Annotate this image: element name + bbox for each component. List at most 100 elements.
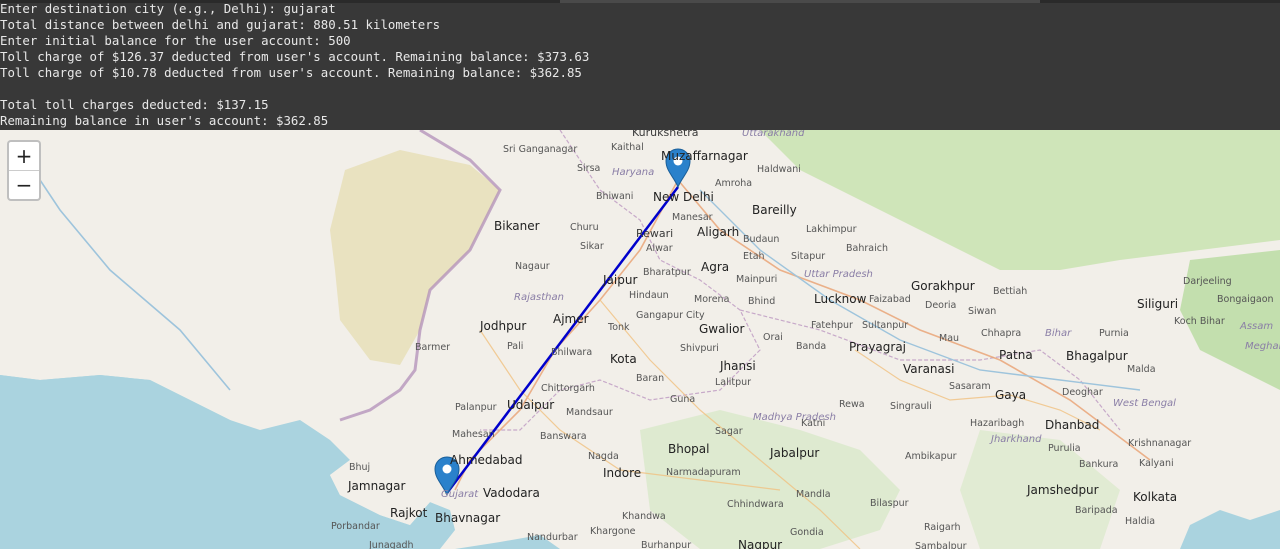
map-label: Uttar Pradesh (804, 269, 873, 280)
map-label: Bilaspur (870, 498, 909, 509)
map-label: Bharatpur (643, 267, 691, 278)
map-label: Gaya (995, 388, 1027, 402)
map-label: Bihar (1045, 328, 1072, 339)
map-label: Churu (570, 222, 599, 233)
map-label: Purulia (1048, 443, 1081, 454)
map-label: Assam (1240, 321, 1274, 332)
map-label: Haryana (612, 167, 655, 178)
map-label: Ahmedabad (450, 453, 523, 467)
map-label: Raigarh (924, 522, 961, 533)
console-line: Toll charge of $10.78 deducted from user… (0, 65, 582, 80)
map-label: Agra (701, 260, 730, 274)
map-label: Aligarh (697, 225, 740, 239)
map-label: Bhilwara (551, 347, 593, 358)
map-label: Singrauli (890, 401, 932, 412)
map-label: Gwalior (699, 322, 745, 336)
map-label: Bhuj (349, 462, 371, 473)
map-label: Mainpuri (736, 274, 778, 285)
map-label: Jaipur (603, 273, 638, 287)
map-label: Gujarat (441, 489, 479, 500)
zoom-in-button[interactable]: + (9, 142, 39, 171)
map-label: Bettiah (993, 286, 1028, 297)
map-label: Amroha (715, 178, 753, 189)
map-label: Jharkhand (991, 434, 1042, 445)
map-label: Bankura (1079, 459, 1119, 470)
map-label: Purnia (1099, 328, 1129, 339)
map-label: Bareilly (752, 203, 797, 217)
map-label: Gangapur City (636, 310, 705, 321)
map-label: Morena (694, 294, 730, 305)
map-label: Chhapra (981, 328, 1022, 339)
map-label: Sambalpur (915, 541, 967, 549)
map-label: Barmer (415, 342, 451, 353)
map-label: Indore (603, 466, 642, 480)
console-line: Enter destination city (e.g., Delhi): gu… (0, 1, 336, 16)
map-label: Kalyani (1139, 458, 1174, 469)
map-label: Orai (763, 332, 783, 343)
map-label: Gondia (790, 527, 824, 538)
map-label: Bhopal (668, 442, 710, 456)
console-line: Total distance between delhi and gujarat… (0, 17, 441, 32)
map-label: Baran (636, 373, 665, 384)
map-label: Guna (670, 394, 696, 405)
map-label: Haldia (1125, 516, 1156, 527)
console-scrollbar[interactable] (560, 0, 1040, 3)
map-label: Khandwa (622, 511, 666, 522)
map-label: Lakhimpur (806, 224, 857, 235)
console-line: Toll charge of $126.37 deducted from use… (0, 49, 590, 64)
map-label: Shivpuri (680, 343, 719, 354)
map-label: Deoghar (1062, 387, 1103, 398)
map-label: Hazaribagh (970, 418, 1025, 429)
map-label: Sitapur (791, 251, 826, 262)
map-label: Hindaun (629, 290, 669, 301)
map-label: Nandurbar (527, 532, 578, 543)
map-label: Baripada (1075, 505, 1118, 516)
map-label: Nagda (588, 451, 619, 462)
map-label: Haldwani (757, 164, 801, 175)
map-label: Kurukshetra (632, 130, 699, 139)
map-label: Chhindwara (727, 499, 784, 510)
map-label: Bhind (748, 296, 776, 307)
map-label: Rajasthan (514, 292, 564, 303)
map-label: Bhavnagar (435, 511, 501, 525)
map-label: Sasaram (949, 381, 991, 392)
map-label: Mau (939, 333, 960, 344)
map-label: Prayagraj (849, 340, 907, 354)
map-label: Uttarakhand (742, 130, 805, 139)
map-label: Udaipur (507, 398, 555, 412)
map-label: Malda (1127, 364, 1156, 375)
console-line: Remaining balance in user's account: $36… (0, 113, 329, 128)
map-label: West Bengal (1113, 398, 1176, 409)
map-label: Nagaur (515, 261, 550, 272)
map-label: Palanpur (455, 402, 497, 413)
map-label: Lalitpur (715, 377, 752, 388)
map-label: Siliguri (1137, 297, 1179, 311)
map-view[interactable]: + − Kurukshetra Uttarakhand Muzaffarnaga… (0, 130, 1280, 549)
map-label: Sultanpur (862, 320, 909, 331)
console-output: Enter destination city (e.g., Delhi): gu… (0, 0, 1280, 130)
map-label: Alwar (646, 243, 673, 254)
map-label: Siwan (968, 306, 997, 317)
console-line: Total toll charges deducted: $137.15 (0, 97, 269, 112)
map-label: Mahesan (452, 429, 495, 440)
map-label: Chittorgarh (541, 383, 595, 394)
map-label: Jhansi (720, 359, 756, 373)
map-label: Manesar (672, 212, 713, 223)
map-label: Pali (507, 341, 524, 352)
map-label: Ajmer (553, 312, 589, 326)
map-label: Varanasi (903, 362, 955, 376)
map-label: Nagpur (738, 538, 783, 549)
map-label: Faizabad (869, 294, 911, 305)
map-label: Dhanbad (1045, 418, 1100, 432)
map-label: Jodhpur (480, 319, 527, 333)
map-label: Katni (801, 418, 826, 429)
map-label: Kota (610, 352, 637, 366)
zoom-out-button[interactable]: − (9, 171, 39, 199)
map-label: Bhiwani (596, 191, 634, 202)
map-label: Bhagalpur (1066, 349, 1128, 363)
map-label: Koch Bihar (1174, 316, 1225, 327)
map-label: Tonk (608, 322, 630, 333)
map-label: Mandla (796, 489, 831, 500)
map-label: Sirsa (577, 163, 601, 174)
map-label: Patna (999, 348, 1033, 362)
